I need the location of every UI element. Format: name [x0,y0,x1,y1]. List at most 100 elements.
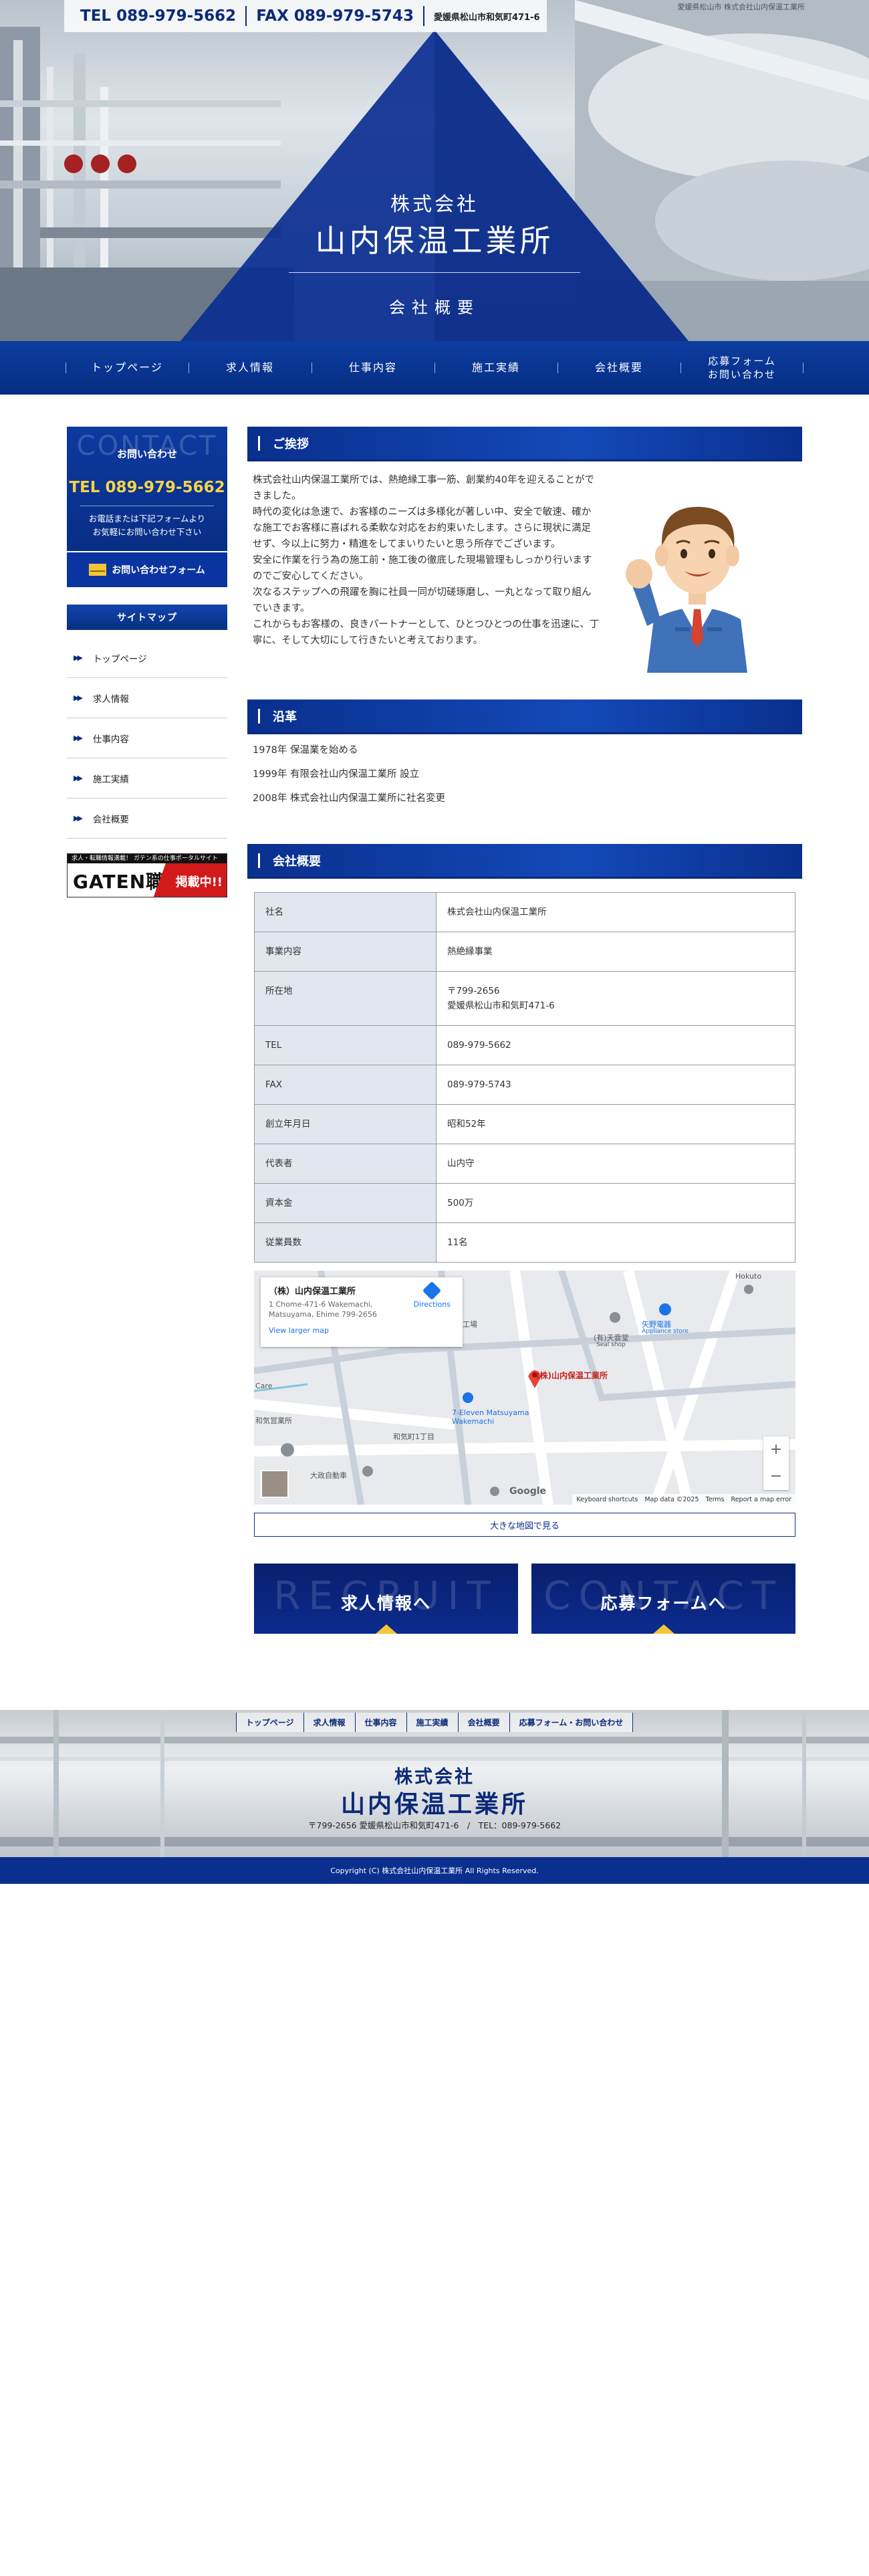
sitemap-item-top[interactable]: ▶▶ トップページ [67,638,227,678]
sidebar-contact-box: CONTACT お問い合わせ TEL 089-979-5662 お電話または下記… [67,427,227,587]
footer-nav-item-work[interactable]: 仕事内容 [354,1713,406,1732]
row-label: TEL [254,1025,437,1065]
contact-form-button[interactable]: お問い合わせフォーム [67,551,227,587]
staff-illustration [600,472,794,673]
header-contact-bar: TEL 089-979-5662 FAX 089-979-5743 愛媛県松山市… [64,0,547,32]
mail-icon [89,564,107,576]
sitemap-item-recruit[interactable]: ▶▶ 求人情報 [67,678,227,718]
history-heading: 沿革 [247,700,802,734]
nav-item-contact[interactable]: 応募フォーム お問い合わせ [680,341,803,395]
row-label: 代表者 [254,1144,437,1184]
footer-nav: トップページ 求人情報 仕事内容 施工実績 会社概要 応募フォーム・お問い合わせ [0,1713,869,1732]
map-poi-label: Care [255,1382,273,1390]
sitemap-item-works[interactable]: ▶▶ 施工実績 [67,758,227,798]
map-poi-label: Seal shop [596,1341,626,1348]
nav-item-company[interactable]: 会社概要 [557,341,680,395]
row-label: 社名 [254,892,437,932]
recruit-banner-label: 求人情報へ [340,1594,431,1613]
nav-item-top[interactable]: トップページ [66,341,189,395]
sitemap-list: ▶▶ トップページ ▶▶ 求人情報 ▶▶ 仕事内容 ▶▶ 施工実績 ▶▶ 会社概要 [67,638,227,839]
map-directions-label: Directions [413,1300,451,1309]
header-tagline: 愛媛県松山市 株式会社山内保温工業所 [677,3,805,11]
recruit-banner[interactable]: RECRUIT 求人情報へ [254,1564,518,1634]
row-value: 株式会社山内保温工業所 [436,892,795,932]
footer-nav-item-recruit[interactable]: 求人情報 [303,1713,355,1732]
view-larger-map-button[interactable]: 大きな地図で見る [254,1513,795,1537]
footer-nav-item-contact[interactable]: 応募フォーム・お問い合わせ [509,1713,634,1732]
map-poi-label: 工場 [463,1320,477,1329]
table-row: TEL 089-979-5662 [254,1025,795,1065]
header-fax: FAX 089-979-5743 [247,6,424,26]
gaten-logo: GATEN職 [73,871,166,893]
brand-name[interactable]: 山内保温工業所 [0,217,869,261]
table-row: 創立年月日 昭和52年 [254,1104,795,1144]
header-address: 愛媛県松山市和気町471-6 [433,12,540,23]
footer-nav-item-works[interactable]: 施工実績 [406,1713,458,1732]
row-value: 500万 [436,1183,795,1223]
global-nav: トップページ 求人情報 仕事内容 施工実績 会社概要 応募フォーム お問い合わせ [0,341,869,395]
map-poi-label: 大政自動車 [310,1471,347,1480]
map-poi-label: Appliance store [642,1328,689,1335]
footer-brand-name: 山内保温工業所 [340,1791,528,1818]
map-view-larger-link[interactable]: View larger map [269,1326,455,1335]
map-data-credit: Map data ©2025 [644,1495,699,1503]
nav-item-works[interactable]: 施工実績 [434,341,557,395]
sitemap-item-company[interactable]: ▶▶ 会社概要 [67,798,227,839]
contact-tel[interactable]: TEL 089-979-5662 [67,479,227,496]
map-terms-link[interactable]: Terms [706,1496,725,1503]
sitemap-item-label: 施工実績 [92,774,129,785]
brand-prefix: 株式会社 [390,193,479,215]
map-footer: Keyboard shortcuts Map data ©2025 Terms … [572,1494,795,1505]
zoom-out-button[interactable]: − [763,1463,789,1490]
brand-divider [289,272,580,273]
zoom-in-button[interactable]: + [763,1436,789,1463]
table-row: 社名 株式会社山内保温工業所 [254,892,795,932]
map-poi-label: 和気町1丁目 [393,1432,434,1441]
contact-banner[interactable]: CONTACT 応募フォームへ [531,1564,795,1634]
cta-banners: RECRUIT 求人情報へ CONTACT 応募フォームへ [254,1564,802,1634]
double-arrow-icon: ▶▶ [74,774,83,782]
table-row: 資本金 500万 [254,1183,795,1223]
nav-item-work[interactable]: 仕事内容 [312,341,434,395]
double-arrow-icon: ▶▶ [74,653,83,662]
banner-triangle-icon [653,1624,674,1634]
map-directions-button[interactable]: Directions [413,1281,451,1309]
row-value: 山内守 [436,1144,795,1184]
table-row: FAX 089-979-5743 [254,1065,795,1105]
footer-nav-item-company[interactable]: 会社概要 [457,1713,509,1732]
double-arrow-icon: ▶▶ [74,814,83,823]
businessman-illustration [626,506,747,673]
street-view-thumbnail[interactable] [261,1470,289,1498]
map-keyboard-shortcuts[interactable]: Keyboard shortcuts [576,1496,638,1503]
nav-item-recruit[interactable]: 求人情報 [189,341,312,395]
header-tel[interactable]: TEL 089-979-5662 [71,6,247,26]
map-poi-label: 和気営業所 [255,1416,292,1425]
history-item: 1978年 保温業を始める [253,745,358,756]
map-report-error-link[interactable]: Report a map error [731,1496,791,1503]
company-heading: 会社概要 [247,844,802,879]
hero-background-image [0,0,869,341]
row-label: 資本金 [254,1183,437,1223]
sitemap-item-work[interactable]: ▶▶ 仕事内容 [67,718,227,758]
contact-title: お問い合わせ [116,448,177,460]
gaten-badge: 掲載中!! [175,875,223,889]
table-row: 従業員数 11名 [254,1222,795,1263]
page-title: 会社概要 [389,298,480,317]
row-value: 熱絶縁事業 [436,932,795,972]
map-poi-label: Hokuto [735,1272,762,1281]
sitemap-item-label: 会社概要 [92,814,129,825]
footer-nav-item-top[interactable]: トップページ [235,1713,303,1732]
map-zoom-controls: + − [763,1436,789,1490]
map-poi-label: 7-Eleven Matsuyama Wakemachi [452,1408,529,1426]
row-value: 089-979-5662 [436,1025,795,1065]
row-value: 〒799-2656 愛媛県松山市和気町471-6 [436,971,795,1026]
contact-banner-label: 応募フォームへ [600,1594,727,1613]
contact-note: お電話または下記フォームより お気軽にお問い合わせ下さい [88,514,206,537]
row-label: 事業内容 [254,932,437,972]
row-label: FAX [254,1065,437,1105]
company-table: 社名 株式会社山内保温工業所 事業内容 熱絶縁事業 所在地 〒799-2656 愛媛県… [254,892,795,1263]
gaten-banner[interactable]: 求人・転職情報満載！ ガテン系の仕事ポータルサイト GATEN職 掲載中!! [67,853,227,897]
contact-form-button-label: お問い合わせフォーム [112,565,205,576]
sitemap-title: サイトマップ [67,605,227,630]
google-map[interactable]: （株）山内保温工業所 1 Chome-471-6 Wakemachi, Mats… [254,1271,795,1505]
